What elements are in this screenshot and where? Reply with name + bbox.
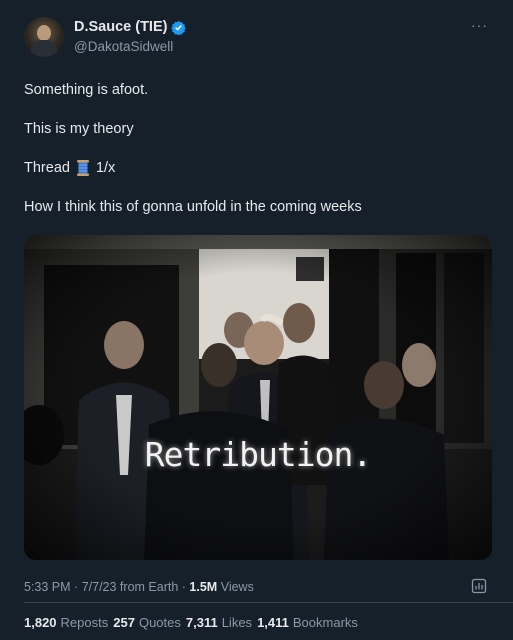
bookmarks-count: 1,411: [257, 615, 289, 630]
tweet-header: D.Sauce (TIE) @DakotaSidwell ···: [24, 17, 494, 59]
thread-label: Thread: [24, 160, 70, 176]
tweet-media-image[interactable]: Retribution.: [24, 235, 492, 560]
avatar[interactable]: [24, 17, 64, 57]
likes-count: 7,311: [185, 615, 218, 630]
tweet-text-line: This is my theory: [24, 121, 134, 137]
tweet-text-line: Thread 1/x: [24, 160, 115, 176]
media-photo: [24, 235, 492, 560]
quotes-label: Quotes: [138, 615, 181, 630]
bookmarks-label: Bookmarks: [292, 615, 358, 630]
thread-count: 1/x: [95, 160, 116, 176]
separator: ·: [181, 580, 186, 594]
quotes-count: 257: [113, 615, 135, 630]
engagement-stats: 1,820 Reposts 257 Quotes 7,311 Likes 1,4…: [24, 615, 358, 630]
bookmarks-stat[interactable]: 1,411 Bookmarks: [257, 615, 358, 630]
separator: ·: [74, 580, 79, 594]
thread-spool-icon: [76, 160, 89, 176]
reposts-label: Reposts: [60, 615, 109, 630]
analytics-icon[interactable]: [471, 578, 487, 594]
divider: [24, 602, 513, 603]
tweet-meta: 5:33 PM · 7/7/23 from Earth · 1.5M Views: [24, 580, 254, 594]
tweet-date[interactable]: 7/7/23 from Earth: [82, 580, 179, 594]
tweet-text-line: How I think this of gonna unfold in the …: [24, 199, 362, 215]
tweet-text-line: Something is afoot.: [24, 82, 149, 98]
display-name[interactable]: D.Sauce (TIE): [74, 19, 167, 35]
more-options-icon[interactable]: ···: [471, 17, 488, 33]
views-count: 1.5M: [189, 580, 218, 594]
reposts-stat[interactable]: 1,820 Reposts: [24, 615, 108, 630]
quotes-stat[interactable]: 257 Quotes: [113, 615, 181, 630]
views-label: Views: [220, 580, 254, 594]
user-handle[interactable]: @DakotaSidwell: [74, 39, 173, 54]
tweet-time[interactable]: 5:33 PM: [24, 580, 71, 594]
verified-badge-icon: [171, 20, 187, 35]
likes-stat[interactable]: 7,311 Likes: [186, 615, 252, 630]
likes-label: Likes: [221, 615, 253, 630]
reposts-count: 1,820: [24, 615, 57, 630]
name-row: D.Sauce (TIE): [74, 19, 187, 35]
media-overlay-text: Retribution.: [144, 435, 372, 474]
